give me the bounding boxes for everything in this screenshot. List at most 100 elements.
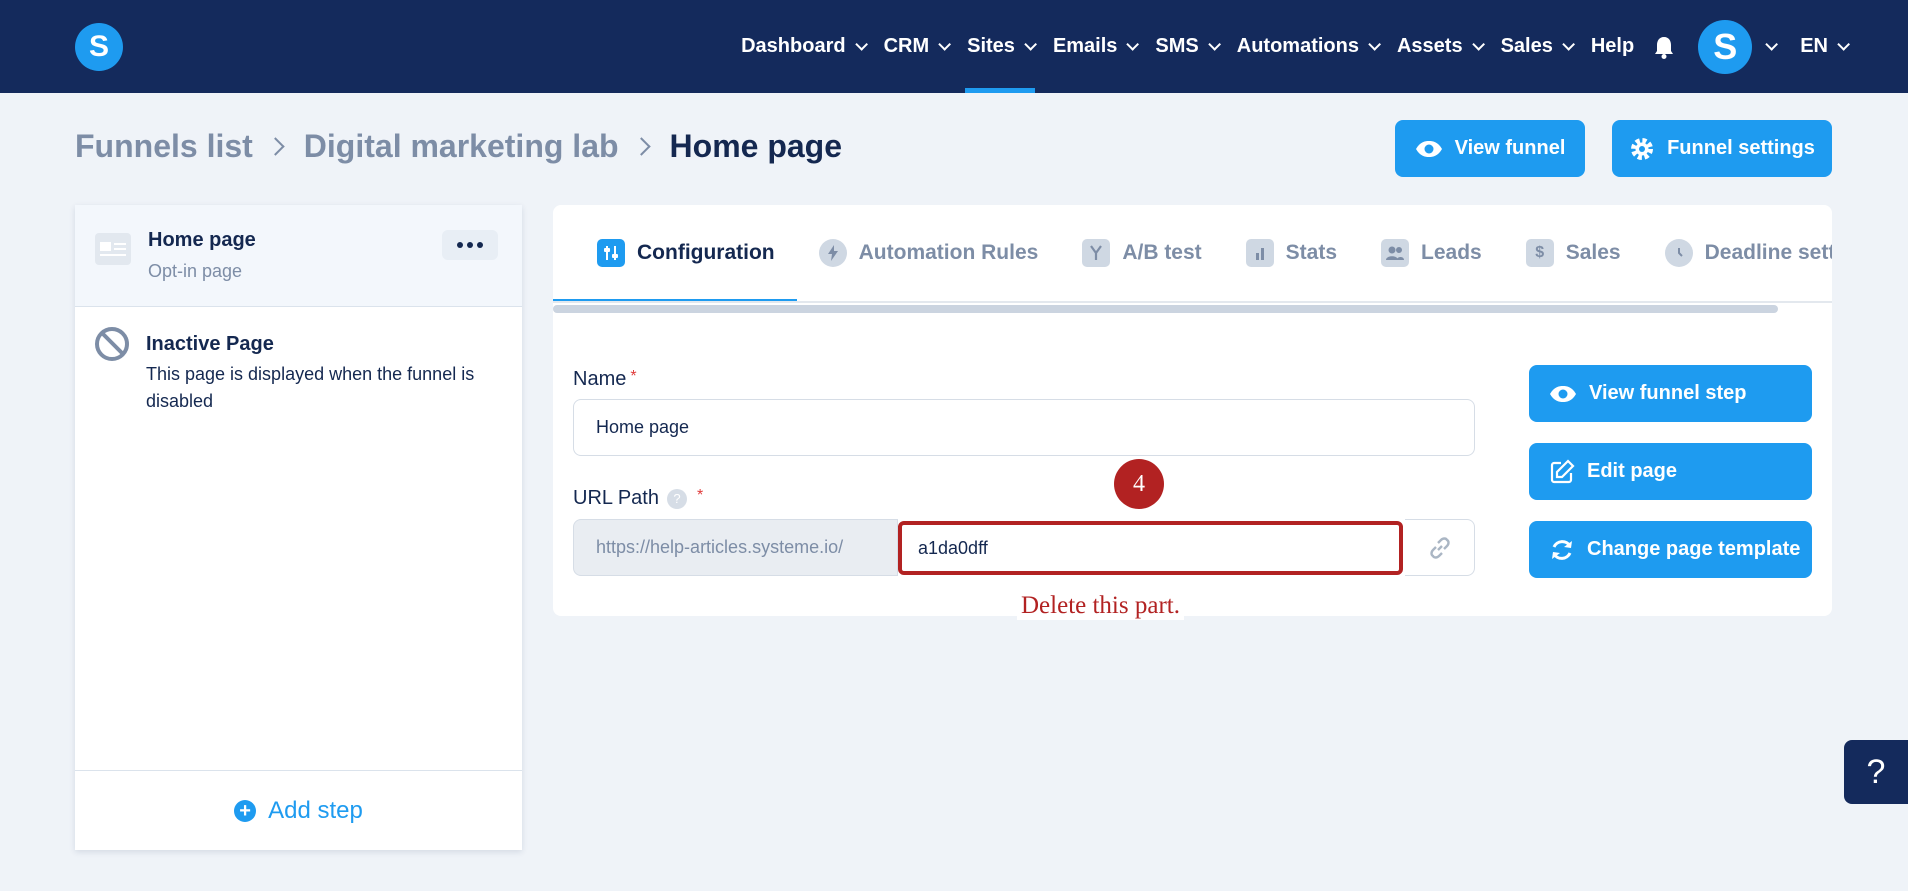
change-page-template-button[interactable]: Change page template (1529, 521, 1812, 578)
url-path-input[interactable]: a1da0dff (898, 521, 1403, 575)
nav-emails[interactable]: Emails (1043, 0, 1145, 93)
add-step-button[interactable]: + Add step (75, 770, 522, 850)
tab-configuration[interactable]: Configuration (553, 205, 797, 301)
tab-deadline-settings[interactable]: Deadline setti (1643, 205, 1832, 301)
chevron-down-icon (1562, 38, 1575, 51)
edit-page-button[interactable]: Edit page (1529, 443, 1812, 500)
url-path-value: a1da0dff (918, 537, 988, 558)
nav-crm-label: CRM (883, 35, 930, 57)
edit-page-label: Edit page (1587, 460, 1678, 482)
nav-help-label: Help (1590, 35, 1635, 57)
avatar: S (1698, 19, 1753, 74)
tab-ab-test-label: A/B test (1122, 241, 1202, 264)
language-selector[interactable]: EN (1790, 0, 1856, 93)
tab-stats[interactable]: Stats (1224, 205, 1359, 301)
tab-configuration-label: Configuration (637, 241, 775, 264)
main-nav: Dashboard CRM Sites Emails SMS Automatio… (731, 0, 1908, 93)
step-title: Home page (148, 229, 256, 251)
inactive-page-description: This page is displayed when the funnel i… (146, 364, 475, 411)
nav-sales-label: Sales (1500, 35, 1553, 57)
view-funnel-step-label: View funnel step (1589, 382, 1747, 404)
name-input-value: Home page (596, 417, 690, 437)
inactive-page-title[interactable]: Inactive Page (146, 333, 274, 356)
required-mark: * (696, 487, 704, 504)
eye-icon (1550, 385, 1576, 402)
tab-ab-test[interactable]: A/B test (1060, 205, 1223, 301)
chevron-down-icon (854, 38, 868, 51)
step-tabs: Configuration Automation Rules A/B test … (553, 205, 1832, 303)
chevron-right-icon (631, 137, 651, 156)
breadcrumb-current: Home page (669, 128, 843, 164)
clock-icon (1664, 239, 1693, 267)
step-item-home-page[interactable]: Home page Opt-in page (75, 205, 522, 307)
funnel-settings-label: Funnel settings (1667, 137, 1815, 159)
help-widget-button[interactable]: ? (1844, 740, 1908, 804)
tab-automation-rules[interactable]: Automation Rules (797, 205, 1061, 301)
chevron-right-icon (266, 137, 285, 156)
chevron-down-icon (1765, 38, 1779, 51)
chevron-down-icon (1837, 38, 1850, 51)
funnel-steps-panel: Home page Opt-in page Inactive Page This… (75, 205, 522, 850)
refresh-icon (1552, 539, 1572, 560)
chevron-down-icon (1208, 38, 1221, 51)
nav-help[interactable]: Help (1581, 0, 1644, 93)
chevron-down-icon (1471, 38, 1485, 51)
nav-assets[interactable]: Assets (1387, 0, 1491, 93)
bell-icon[interactable] (1644, 0, 1684, 93)
bolt-icon (818, 239, 847, 267)
more-options-icon[interactable] (442, 230, 498, 260)
tab-stats-label: Stats (1285, 241, 1338, 264)
annotation-note: Delete this part. (1017, 592, 1184, 620)
breadcrumb-funnel[interactable]: Digital marketing lab (304, 128, 619, 165)
view-funnel-step-button[interactable]: View funnel step (1529, 365, 1812, 422)
nav-assets-label: Assets (1396, 35, 1463, 57)
avatar-chevron (1752, 0, 1782, 93)
tab-deadline-settings-label: Deadline setti (1704, 241, 1832, 264)
dollar-icon: $ (1525, 239, 1554, 267)
funnel-settings-button[interactable]: Funnel settings (1612, 120, 1832, 177)
breadcrumb: Funnels list Digital marketing lab Home … (75, 128, 842, 165)
required-mark: * (630, 368, 637, 385)
nav-sms[interactable]: SMS (1145, 0, 1226, 93)
plus-circle-icon: + (234, 799, 257, 822)
chevron-down-icon (938, 38, 952, 51)
nav-crm[interactable]: CRM (874, 0, 958, 93)
copy-link-icon[interactable] (1405, 519, 1475, 576)
url-path-label-text: URL Path (573, 487, 659, 509)
nav-automations[interactable]: Automations (1227, 0, 1387, 93)
name-input[interactable]: Home page (573, 399, 1475, 456)
chevron-down-icon (1126, 38, 1140, 51)
nav-sales[interactable]: Sales (1491, 0, 1581, 93)
annotation-step-badge: 4 (1114, 459, 1164, 509)
nav-dashboard[interactable]: Dashboard (731, 0, 873, 93)
tab-sales[interactable]: $ Sales (1504, 205, 1643, 301)
nav-sites-label: Sites (967, 35, 1015, 57)
top-navbar: S Dashboard CRM Sites Emails SMS Automat… (0, 0, 1908, 93)
tab-sales-label: Sales (1565, 241, 1621, 264)
eye-icon (1415, 140, 1442, 157)
view-funnel-button[interactable]: View funnel (1395, 120, 1585, 177)
breadcrumb-funnels-list[interactable]: Funnels list (75, 128, 253, 165)
tab-leads-label: Leads (1421, 241, 1482, 264)
add-step-label: Add step (268, 796, 363, 824)
name-label-text: Name (573, 368, 627, 390)
page-icon (95, 233, 131, 265)
app-logo[interactable]: S (75, 23, 123, 71)
tab-leads[interactable]: Leads (1359, 205, 1504, 301)
language-label: EN (1800, 35, 1828, 57)
chevron-down-icon (1368, 38, 1381, 51)
url-path-label: URL Path? * (573, 487, 703, 510)
url-prefix-text: https://help-articles.systeme.io/ (596, 537, 844, 557)
disabled-icon (95, 327, 129, 361)
tabs-scrollbar[interactable] (553, 305, 1778, 313)
url-prefix: https://help-articles.systeme.io/ (573, 519, 898, 576)
nav-automations-label: Automations (1236, 35, 1359, 57)
help-icon[interactable]: ? (666, 488, 687, 509)
split-icon (1082, 239, 1111, 267)
bar-chart-icon (1245, 239, 1274, 267)
user-menu[interactable]: S (1698, 0, 1790, 93)
nav-sites[interactable]: Sites (957, 0, 1043, 93)
users-icon (1381, 239, 1410, 267)
gear-icon (1631, 137, 1654, 160)
sliders-icon (597, 239, 625, 267)
